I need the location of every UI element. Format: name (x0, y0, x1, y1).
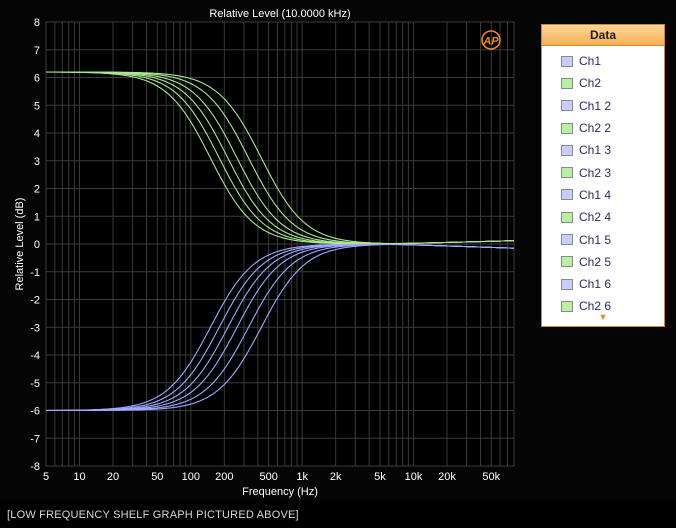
x-tick-label: 10 (73, 471, 85, 483)
legend-label: Ch1 4 (579, 187, 612, 202)
y-tick-label: 7 (34, 45, 40, 57)
x-tick-label: 10k (405, 471, 423, 483)
legend-item[interactable]: Ch2 5 (542, 251, 664, 273)
graph-panel: 5 10 20 50 100 200 500 1k 2k 5k 10k 20k 50k 8 7 6 5 4 3 2 1 0… (0, 0, 676, 500)
legend-item[interactable]: Ch1 2 (542, 95, 664, 117)
legend-swatch (561, 256, 573, 268)
y-tick-label: 8 (34, 17, 40, 29)
legend-swatch (561, 167, 573, 179)
y-tick-label: -6 (30, 406, 40, 418)
y-tick-label: -4 (30, 350, 40, 362)
y-tick-label: -1 (30, 267, 40, 279)
legend-swatch (561, 234, 573, 246)
x-tick-label: 1k (296, 471, 308, 483)
legend-label: Ch1 6 (579, 277, 612, 292)
x-tick-label: 50 (151, 471, 163, 483)
legend-swatch (561, 189, 573, 201)
x-tick-label: 50k (482, 471, 500, 483)
legend-swatch (561, 144, 573, 156)
y-tick-label: 0 (34, 239, 40, 251)
legend-label: Ch2 4 (579, 210, 612, 225)
legend-label: Ch1 5 (579, 232, 612, 247)
y-tick-label: 4 (34, 128, 40, 140)
legend-swatch (561, 55, 573, 67)
legend-label: Ch1 3 (579, 143, 612, 158)
legend-item[interactable]: Ch2 (542, 72, 664, 94)
legend-item[interactable]: Ch1 3 (542, 139, 664, 161)
y-tick-label: -7 (30, 433, 40, 445)
x-tick-label: 100 (182, 471, 200, 483)
y-tick-label: 6 (34, 73, 40, 85)
x-tick-label: 20 (107, 471, 119, 483)
caption: [LOW FREQUENCY SHELF GRAPH PICTURED ABOV… (7, 509, 299, 521)
chart-title: Relative Level (10.0000 kHz) (209, 8, 350, 20)
legend-item[interactable]: Ch2 3 (542, 161, 664, 183)
y-tick-label: 2 (34, 184, 40, 196)
y-axis-title: Relative Level (dB) (14, 198, 26, 291)
y-tick-label: -8 (30, 461, 40, 473)
ap-logo-text: AP (482, 36, 499, 48)
legend-label: Ch1 (579, 54, 602, 69)
y-tick-label: 3 (34, 156, 40, 168)
legend-swatch (561, 100, 573, 112)
legend-label: Ch2 (579, 76, 602, 91)
legend-swatch (561, 278, 573, 290)
y-tick-label: 1 (34, 211, 40, 223)
legend-list: Ch1 Ch2 Ch1 2 Ch2 2 Ch1 3 Ch2 3 Ch1 4 Ch2 4 Ch1 … (542, 46, 664, 318)
legend-item[interactable]: Ch2 2 (542, 117, 664, 139)
legend-item[interactable]: Ch1 4 (542, 184, 664, 206)
legend-swatch (561, 300, 573, 312)
y-tick-label: -5 (30, 378, 40, 390)
x-tick-label: 500 (259, 471, 277, 483)
legend-item[interactable]: Ch1 5 (542, 228, 664, 250)
legend-label: Ch2 5 (579, 254, 612, 269)
x-tick-label: 5 (43, 471, 49, 483)
legend-label: Ch1 2 (579, 98, 612, 113)
legend-swatch (561, 211, 573, 223)
data-legend[interactable]: Data Ch1 Ch2 Ch1 2 Ch2 2 Ch1 3 Ch2 3 Ch1 4 Ch2 … (541, 24, 665, 327)
y-tick-label: 5 (34, 100, 40, 112)
y-tick-label: -2 (30, 295, 40, 307)
legend-swatch (561, 77, 573, 89)
x-tick-label: 2k (330, 471, 342, 483)
legend-item[interactable]: Ch2 4 (542, 206, 664, 228)
legend-label: Ch2 3 (579, 165, 612, 180)
scroll-down-triangle-icon[interactable]: ▼ (542, 312, 664, 322)
y-tick-label: -3 (30, 322, 40, 334)
x-tick-label: 200 (215, 471, 233, 483)
legend-swatch (561, 122, 573, 134)
legend-header: Data (542, 25, 664, 46)
x-tick-label: 20k (438, 471, 456, 483)
x-axis-title: Frequency (Hz) (242, 486, 318, 498)
x-tick-label: 5k (374, 471, 386, 483)
legend-item[interactable]: Ch1 6 (542, 273, 664, 295)
legend-label: Ch2 2 (579, 121, 612, 136)
legend-item[interactable]: Ch1 (542, 50, 664, 72)
